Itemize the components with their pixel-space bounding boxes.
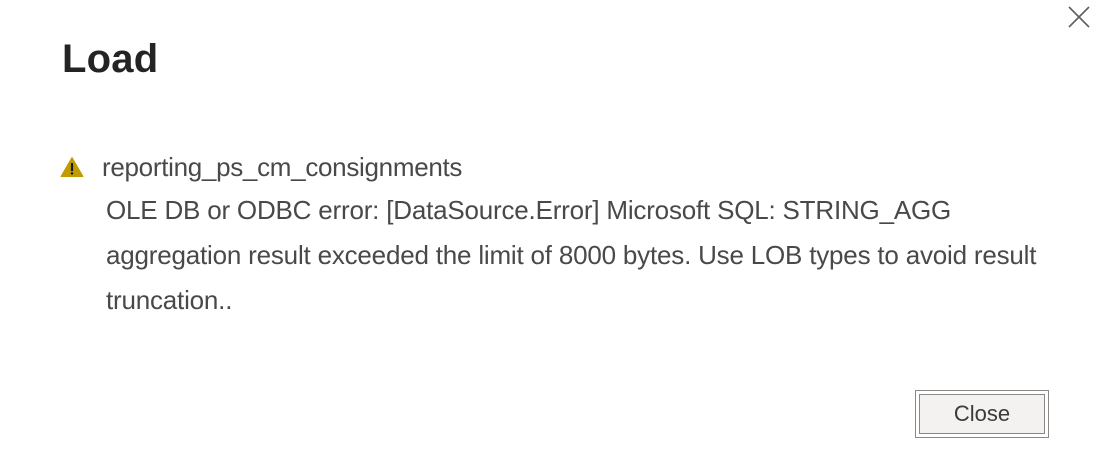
error-text: OLE DB or ODBC error: [DataSource.Error]…	[106, 195, 1037, 315]
close-button-label: Close	[919, 394, 1045, 434]
message-header: reporting_ps_cm_consignments	[60, 150, 1060, 184]
load-dialog: Load reporting_ps_cm_consignments OLE DB…	[0, 0, 1110, 456]
query-name: reporting_ps_cm_consignments	[102, 152, 463, 182]
dialog-title: Load	[62, 37, 159, 81]
close-icon[interactable]	[1064, 2, 1094, 32]
warning-icon	[60, 156, 84, 178]
close-button[interactable]: Close	[915, 390, 1049, 438]
error-message: reporting_ps_cm_consignments OLE DB or O…	[60, 150, 1060, 323]
